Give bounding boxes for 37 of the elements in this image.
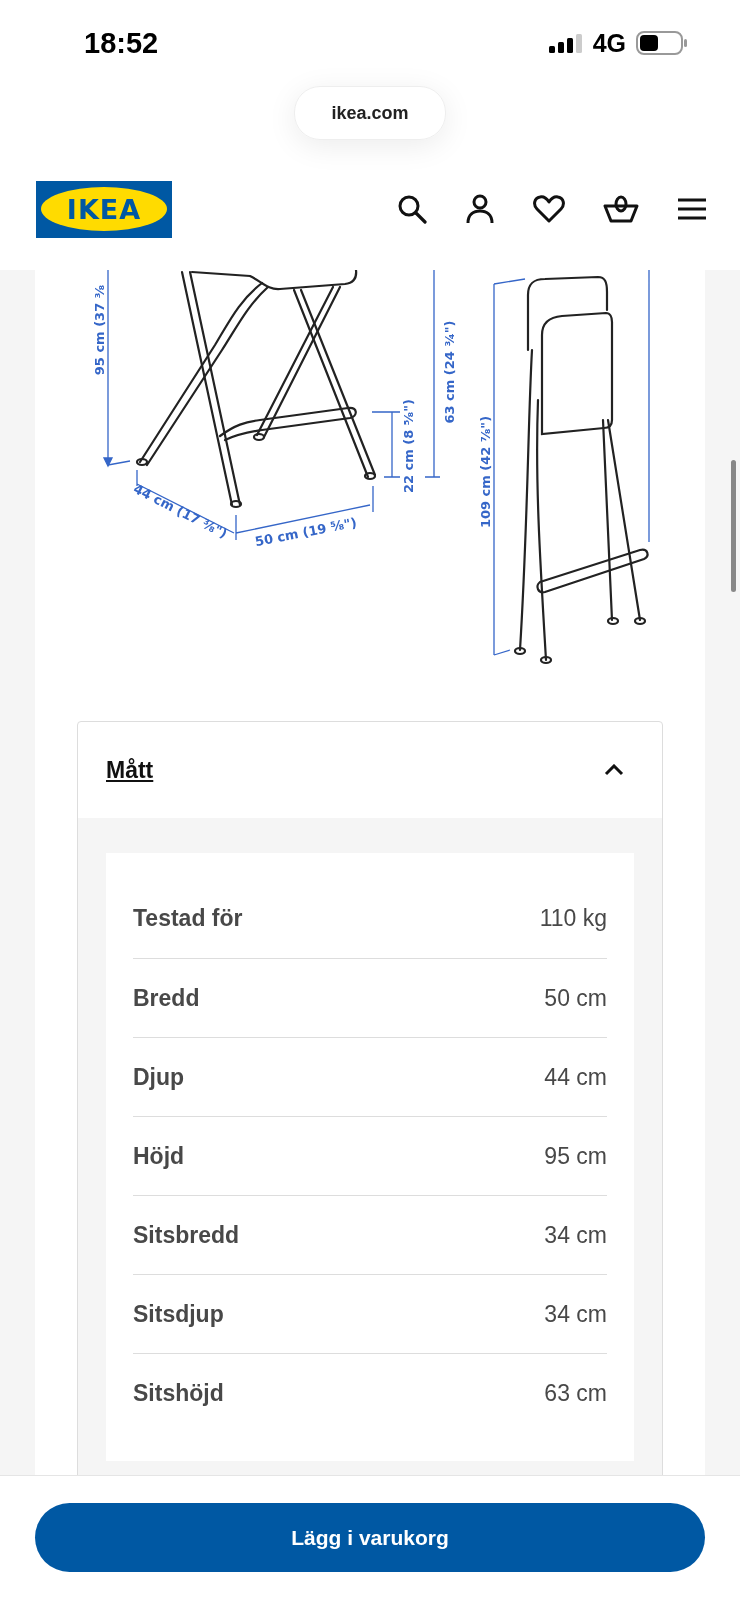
dimension-value: 44 cm (544, 1063, 607, 1091)
dimension-label: 109 cm (42 ⅞") (477, 415, 493, 529)
dimension-value: 95 cm (544, 1142, 607, 1170)
footrest-dimension-line (371, 411, 401, 478)
dimension-name: Sitsbredd (133, 1221, 240, 1249)
chevron-icon[interactable] (604, 764, 624, 776)
dimension-value: 34 cm (544, 1221, 607, 1249)
add-to-cart-button[interactable]: Lägg i varukorg (35, 1503, 705, 1572)
url-bar[interactable]: ikea.com (294, 86, 446, 140)
dimension-label: 95 cm (37 ⅜ (91, 284, 107, 376)
dimension-label: 63 cm (24 ¾") (441, 320, 457, 424)
search-icon[interactable] (397, 194, 427, 224)
dimension-label: 50 cm (19 ⅝") (253, 514, 358, 550)
accordion-header[interactable]: Mått (78, 722, 662, 818)
battery-icon (636, 31, 688, 55)
network-label: 4G (592, 28, 626, 58)
ikea-logo[interactable]: IKEA (36, 180, 172, 238)
dimension-name: Bredd (133, 984, 200, 1012)
accordion-title[interactable]: Mått (106, 756, 154, 784)
dimension-name: Testad för (133, 905, 243, 932)
dimension-name: Djup (133, 1063, 185, 1091)
dimension-value: 34 cm (544, 1300, 607, 1328)
heart-icon[interactable] (533, 194, 565, 224)
menu-icon[interactable] (677, 197, 707, 221)
dimension-value: 50 cm (544, 984, 607, 1012)
logo-text: IKEA (41, 187, 167, 231)
signal-icon (548, 33, 583, 53)
status-time: 18:52 (84, 26, 159, 60)
account-icon[interactable] (465, 194, 495, 224)
dimension-value: 63 cm (544, 1379, 607, 1407)
dimension-name: Sitshöjd (133, 1379, 224, 1407)
scrollbar[interactable] (731, 460, 736, 592)
dimension-label: 22 cm (8 ⅝") (400, 398, 416, 494)
dimension-name: Sitsdjup (133, 1300, 224, 1328)
basket-icon[interactable] (603, 194, 639, 224)
dimension-name: Höjd (133, 1142, 185, 1170)
dimension-value: 110 kg (539, 905, 607, 932)
